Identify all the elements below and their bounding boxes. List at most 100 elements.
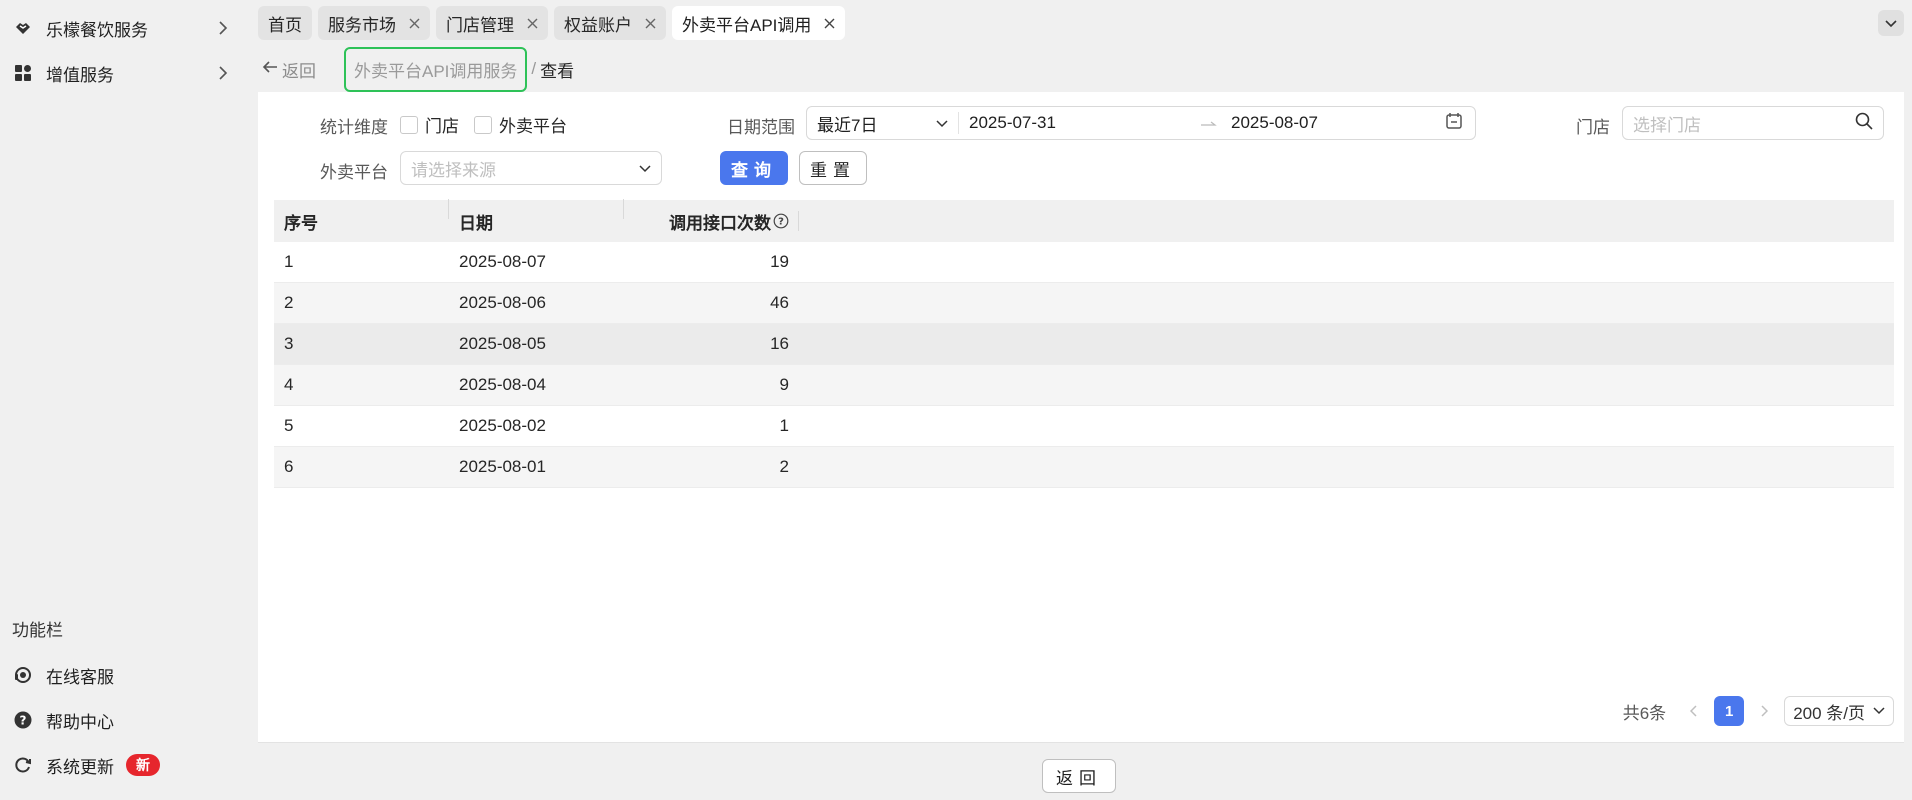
- checkbox-label: 外卖平台: [499, 117, 567, 136]
- data-table: 序号 日期 调用接口次数 ? 1 2025-08-07 19 2 2025-08…: [274, 198, 1894, 488]
- store-label: 门店: [1576, 118, 1610, 137]
- query-button[interactable]: 查询: [720, 151, 788, 185]
- table-header: 序号 日期 调用接口次数 ?: [274, 198, 1894, 242]
- tab-label: 门店管理: [446, 15, 514, 35]
- tab-label: 首页: [268, 15, 302, 35]
- sidebar-item-catering-service[interactable]: 乐檬餐饮服务: [12, 8, 232, 48]
- calendar-icon[interactable]: [1445, 112, 1463, 135]
- dimension-label: 统计维度: [320, 118, 388, 137]
- search-icon[interactable]: [1855, 112, 1873, 135]
- sidebar-item-label: 增值服务: [46, 65, 114, 85]
- sidebar: 乐檬餐饮服务 增值服务 功能栏 在线客服 ? 帮助中心 系统更新 新: [0, 0, 244, 800]
- sidebar-item-system-update[interactable]: 系统更新 新: [12, 745, 232, 785]
- column-header-index: 序号: [274, 198, 449, 234]
- footer-back-button[interactable]: 返回: [1042, 759, 1116, 793]
- help-circle-icon: ?: [12, 709, 34, 731]
- date-range-picker[interactable]: 最近7日 2025-07-31 2025-08-07: [806, 106, 1476, 140]
- platform-select[interactable]: 请选择来源: [400, 151, 662, 185]
- pagination: 共6条 1 200 条/页: [1623, 696, 1894, 726]
- chevron-down-icon: [1885, 13, 1897, 33]
- table-row: 5 2025-08-02 1: [274, 406, 1894, 447]
- dimension-platform-checkbox[interactable]: 外卖平台: [474, 112, 567, 137]
- date-preset-value: 最近7日: [817, 115, 878, 135]
- table-row: 3 2025-08-05 16: [274, 324, 1894, 365]
- column-header-count-label: 调用接口次数: [669, 213, 771, 233]
- cell-count: 1: [779, 416, 789, 435]
- breadcrumb-service[interactable]: 外卖平台API调用服务: [344, 46, 528, 92]
- table-row: 6 2025-08-01 2: [274, 447, 1894, 488]
- cell-count: 16: [770, 334, 789, 353]
- next-page-icon[interactable]: [1754, 701, 1774, 721]
- tabs-dropdown-button[interactable]: [1878, 10, 1904, 36]
- handshake-icon: [12, 17, 34, 39]
- cell-index: 6: [284, 457, 294, 476]
- breadcrumb-current: 查看: [540, 61, 575, 81]
- date-start-input[interactable]: 2025-07-31: [969, 113, 1201, 133]
- page-number-button[interactable]: 1: [1714, 696, 1745, 726]
- store-search-input[interactable]: 选择门店: [1622, 106, 1884, 140]
- headset-icon: [12, 664, 34, 686]
- sidebar-item-label: 系统更新: [46, 757, 114, 777]
- close-icon[interactable]: [823, 17, 835, 29]
- tab-benefits-account[interactable]: 权益账户: [554, 6, 666, 40]
- svg-text:?: ?: [778, 217, 784, 228]
- cell-date: 2025-08-02: [459, 416, 546, 435]
- apps-grid-icon: [12, 62, 34, 84]
- cell-count: 9: [779, 375, 789, 394]
- sidebar-item-help-center[interactable]: ? 帮助中心: [12, 700, 232, 740]
- cell-date: 2025-08-07: [459, 252, 546, 271]
- chevron-down-icon: [936, 113, 948, 133]
- back-label: 返回: [282, 61, 316, 81]
- footer-bar: 返回: [258, 742, 1904, 800]
- arrow-left-icon: [262, 59, 282, 79]
- page-size-select[interactable]: 200 条/页: [1784, 696, 1894, 726]
- question-circle-icon[interactable]: ?: [773, 213, 789, 229]
- cell-index: 4: [284, 375, 294, 394]
- tab-delivery-api[interactable]: 外卖平台API调用: [672, 6, 846, 40]
- main-panel: 统计维度 门店 外卖平台 日期范围 最近7日 2025-07-31 2025-0…: [258, 92, 1904, 742]
- cell-date: 2025-08-01: [459, 457, 546, 476]
- svg-text:?: ?: [20, 714, 27, 728]
- dimension-store-checkbox[interactable]: 门店: [400, 112, 459, 137]
- date-range-label: 日期范围: [727, 118, 795, 137]
- sidebar-item-label: 在线客服: [46, 667, 114, 687]
- tab-bar: 首页 服务市场 门店管理 权益账户 外卖平台API调用: [258, 6, 846, 40]
- table-row: 1 2025-08-07 19: [274, 242, 1894, 283]
- date-preset-select[interactable]: 最近7日: [807, 112, 959, 135]
- tab-label: 权益账户: [564, 15, 632, 35]
- cell-count: 19: [770, 252, 789, 271]
- prev-page-icon[interactable]: [1684, 701, 1704, 721]
- checkbox-label: 门店: [425, 117, 459, 136]
- store-placeholder: 选择门店: [1633, 115, 1701, 135]
- new-badge: 新: [126, 754, 160, 776]
- cell-index: 3: [284, 334, 294, 353]
- close-icon[interactable]: [644, 17, 656, 29]
- chevron-right-icon: [214, 64, 232, 82]
- tab-home[interactable]: 首页: [258, 6, 312, 40]
- sidebar-section-title: 功能栏: [12, 621, 63, 640]
- cell-date: 2025-08-05: [459, 334, 546, 353]
- table-row: 4 2025-08-04 9: [274, 365, 1894, 406]
- platform-label: 外卖平台: [320, 163, 388, 182]
- pagination-total: 共6条: [1622, 703, 1667, 723]
- tab-store-management[interactable]: 门店管理: [436, 6, 548, 40]
- close-icon[interactable]: [526, 17, 538, 29]
- chevron-down-icon: [1873, 707, 1885, 715]
- sidebar-item-value-added[interactable]: 增值服务: [12, 53, 232, 93]
- date-end-input[interactable]: 2025-08-07: [1231, 113, 1445, 133]
- chevron-right-icon: [214, 19, 232, 37]
- checkbox-box: [474, 115, 492, 134]
- close-icon[interactable]: [408, 17, 420, 29]
- cell-index: 1: [284, 252, 294, 271]
- tab-service-market[interactable]: 服务市场: [318, 6, 430, 40]
- back-link[interactable]: 返回: [262, 57, 316, 82]
- sidebar-item-label: 乐檬餐饮服务: [46, 20, 148, 40]
- column-header-count: 调用接口次数 ?: [624, 209, 799, 234]
- cell-count: 46: [770, 293, 789, 312]
- reset-button[interactable]: 重置: [799, 151, 867, 185]
- chevron-down-icon: [639, 158, 651, 178]
- table-row: 2 2025-08-06 46: [274, 283, 1894, 324]
- cell-index: 5: [284, 416, 294, 435]
- refresh-icon: [12, 754, 34, 776]
- sidebar-item-online-service[interactable]: 在线客服: [12, 655, 232, 695]
